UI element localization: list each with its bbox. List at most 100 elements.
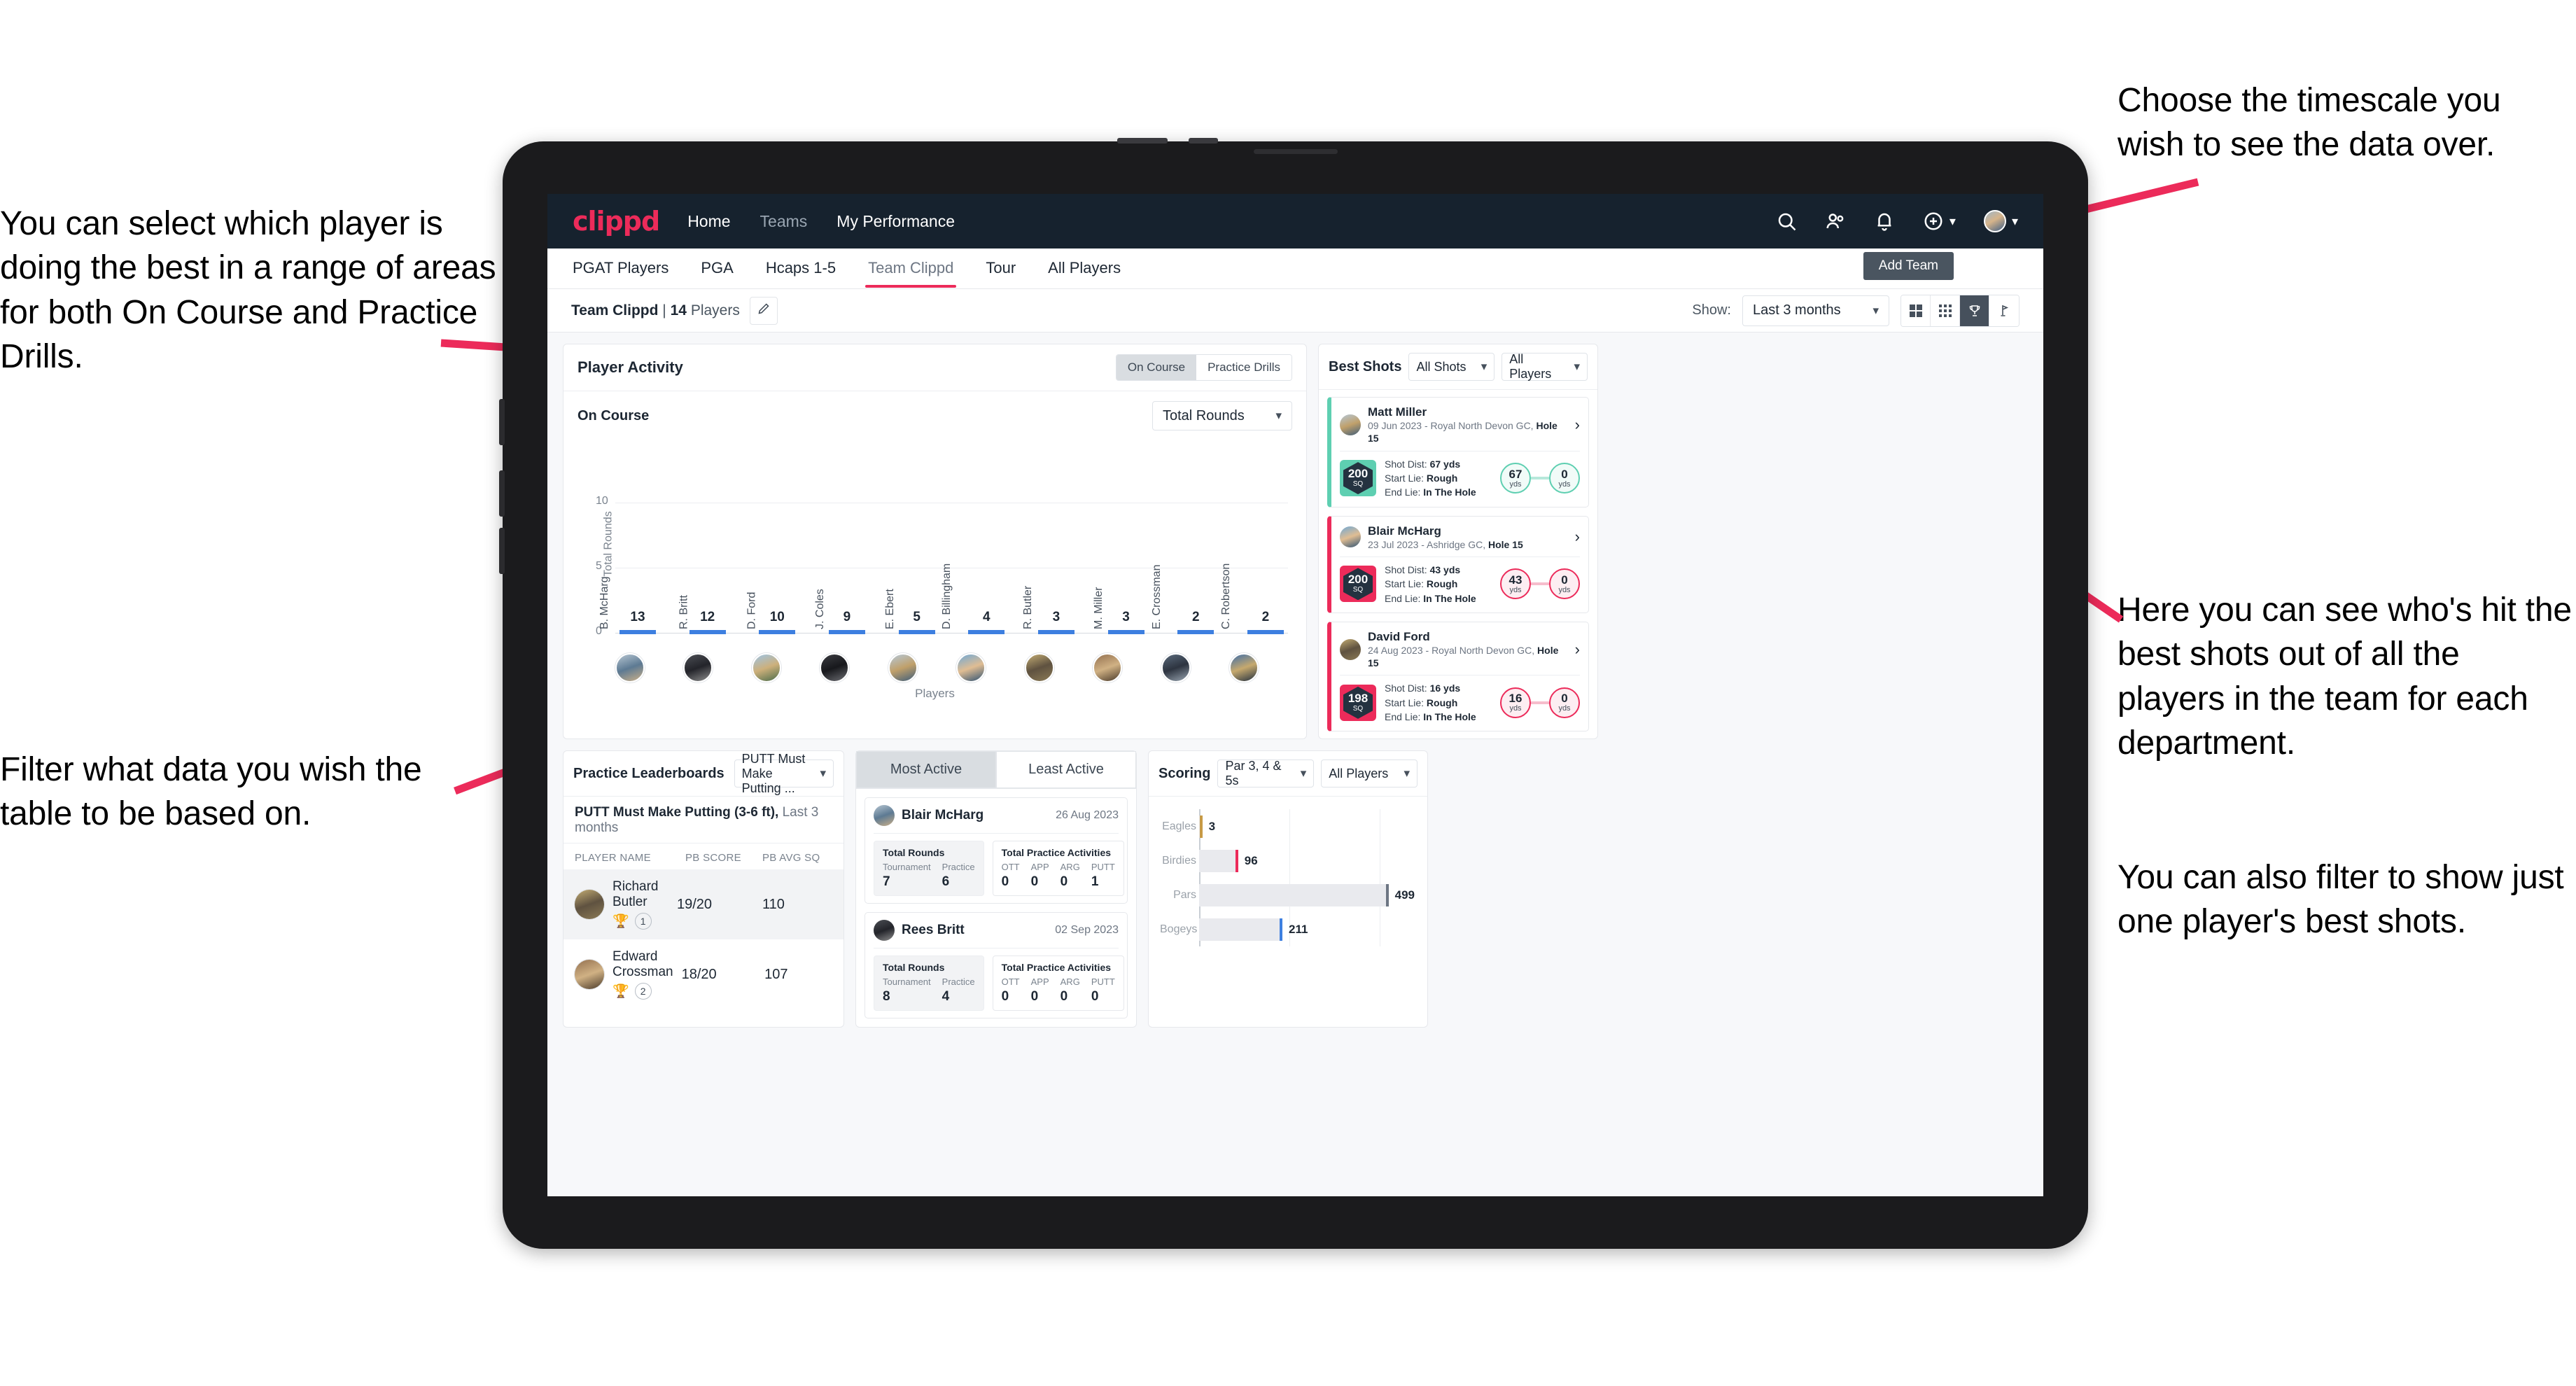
people-icon[interactable] [1825,211,1846,232]
chart-x-axis-label: Players [915,687,955,700]
activity-item[interactable]: Blair McHarg 26 Aug 2023 Total Rounds Tourn… [864,797,1128,904]
scoring-player-filter[interactable]: All Players ▾ [1321,760,1418,788]
scoring-bar-value: 3 [1208,819,1216,833]
tab-team-clippd[interactable]: Team Clippd [865,249,957,288]
view-grid-small-button[interactable] [1931,295,1960,326]
tablet-device: clippd Home Teams My Performance ▾ ▾ PGA… [499,138,2088,1249]
shot-details: Shot Dist: 16 yds Start Lie: Rough End Lie… [1385,682,1476,723]
player-avatar[interactable] [1161,653,1191,682]
avatar [575,960,604,990]
metric-select[interactable]: Total Rounds ▾ [1152,401,1292,430]
shot-to-unit: yds [1558,479,1571,489]
chevron-down-icon: ▾ [1574,360,1580,373]
leaderboard-row[interactable]: Richard Butler 🏆 1 19/20 110 [564,869,844,940]
best-shots-shot-filter[interactable]: All Shots ▾ [1408,353,1495,381]
player-avatar[interactable] [615,653,645,682]
player-avatar[interactable] [751,653,781,682]
bar-label: E. Crossman [1151,564,1163,629]
player-avatar[interactable] [820,653,850,682]
leaderboard-row[interactable]: Edward Crossman 🏆 2 18/20 107 [564,939,844,1009]
on-course-label: On Course [578,407,650,424]
nav-link-teams[interactable]: Teams [760,212,808,231]
tab-pga[interactable]: PGA [699,249,734,288]
tab-all-players[interactable]: All Players [1046,249,1122,288]
chevron-down-icon: ▾ [1872,303,1879,317]
trophy-icon: 🏆 [612,983,629,999]
chevron-down-icon: ▾ [1949,214,1956,228]
scoring-par-filter[interactable]: Par 3, 4 & 5s ▾ [1217,759,1315,788]
scoring-header: Scoring Par 3, 4 & 5s ▾ All Players ▾ [1149,751,1427,797]
shot-from-value: 16 [1508,692,1522,706]
bar-cap [968,630,1005,634]
clippd-logo[interactable]: clippd [573,206,660,237]
avatar[interactable] [1983,210,2006,232]
nav-link-my-performance[interactable]: My Performance [836,212,955,231]
top-navigation-bar: clippd Home Teams My Performance ▾ ▾ [547,194,2043,248]
shot-distance-diagram: 67 yds 0 yds [1500,463,1580,494]
view-flag-button[interactable] [1989,295,2019,326]
chevron-right-icon[interactable]: › [1575,416,1580,433]
y-tick-10: 10 [596,495,608,507]
main-nav-links: Home Teams My Performance [687,212,955,231]
best-shot-player-name: Matt Miller [1368,405,1427,419]
view-trophy-button[interactable] [1960,295,1989,326]
chevron-down-icon: ▾ [2011,214,2018,228]
rounds-col-label: Tournament [883,976,931,988]
shot-to-unit: yds [1558,704,1571,713]
activity-item[interactable]: Rees Britt 02 Sep 2023 Total Rounds Tournam… [864,912,1128,1019]
player-avatar[interactable] [956,653,986,682]
leaderboard-column-headers: PLAYER NAME PB SCORE PB AVG SQ [564,844,844,869]
add-menu[interactable]: ▾ [1923,211,1956,232]
tab-least-active[interactable]: Least Active [996,751,1136,789]
annotation-player-select: You can select which player is doing the… [0,205,496,376]
timescale-select[interactable]: Last 3 months ▾ [1742,295,1889,326]
column-pb-avg-sq: PB AVG SQ [762,852,820,864]
avatar [874,920,895,941]
scoring-bars: Eagles 3 Birdies 96 Pars 499 Bogeys 211 [1160,809,1415,946]
best-shot-card[interactable]: Matt Miller 09 Jun 2023 - Royal North Dev… [1327,397,1589,507]
tab-tour[interactable]: Tour [984,249,1017,288]
practice-col-value: 0 [1001,989,1009,1004]
activity-list: Blair McHarg 26 Aug 2023 Total Rounds Tourn… [856,789,1136,1027]
add-team-button[interactable]: Add Team [1863,252,1954,280]
tab-hcaps-1-5[interactable]: Hcaps 1-5 [764,249,837,288]
rounds-col-value: 8 [883,989,890,1004]
player-avatar[interactable] [1024,653,1054,682]
best-shots-player-filter[interactable]: All Players ▾ [1502,352,1588,381]
sq-unit: SQ [1352,586,1364,594]
edit-team-button[interactable] [749,296,778,325]
tab-most-active[interactable]: Most Active [856,751,996,789]
chevron-down-icon: ▾ [1300,766,1307,780]
bar-value: 5 [913,610,920,624]
scoring-title: Scoring [1158,765,1211,781]
toggle-on-course[interactable]: On Course [1116,355,1197,380]
account-menu[interactable]: ▾ [1983,210,2018,232]
nav-link-home[interactable]: Home [687,212,730,231]
avatar [1340,414,1361,435]
search-icon[interactable] [1776,211,1797,232]
player-avatar[interactable] [1228,653,1259,682]
player-avatar[interactable] [888,653,918,682]
chevron-right-icon[interactable]: › [1575,529,1580,545]
bar-cap [1037,630,1074,634]
total-rounds-title: Total Rounds [883,962,945,974]
annotation-filter-table: Filter what data you wish the table to b… [0,751,422,833]
view-grid-large-button[interactable] [1901,295,1931,326]
chevron-right-icon[interactable]: › [1575,641,1580,657]
player-avatar[interactable] [683,653,713,682]
activity-date: 02 Sep 2023 [1055,924,1119,937]
bell-icon[interactable] [1874,211,1895,232]
tab-pgat-players[interactable]: PGAT Players [571,249,670,288]
toggle-practice-drills[interactable]: Practice Drills [1196,355,1292,380]
best-shot-card[interactable]: Blair McHarg 23 Jul 2023 - Ashridge GC, H… [1327,515,1589,613]
chart-player-avatars [615,653,1259,682]
drill-select[interactable]: PUTT Must Make Putting ... ▾ [734,752,834,795]
dashboard-row-bottom: Practice Leaderboards PUTT Must Make Put… [563,750,2028,1028]
player-avatar[interactable] [1093,653,1123,682]
shot-to-unit: yds [1558,585,1571,594]
scoring-bar-cap [1280,918,1283,941]
best-shot-card[interactable]: David Ford 24 Aug 2023 - Royal North Devo… [1327,621,1589,732]
total-rounds-box: Total Rounds Tournament 7 Practice 6 [874,841,984,897]
plus-circle-icon[interactable] [1923,211,1944,232]
activity-tabs: Most Active Least Active [856,751,1136,790]
